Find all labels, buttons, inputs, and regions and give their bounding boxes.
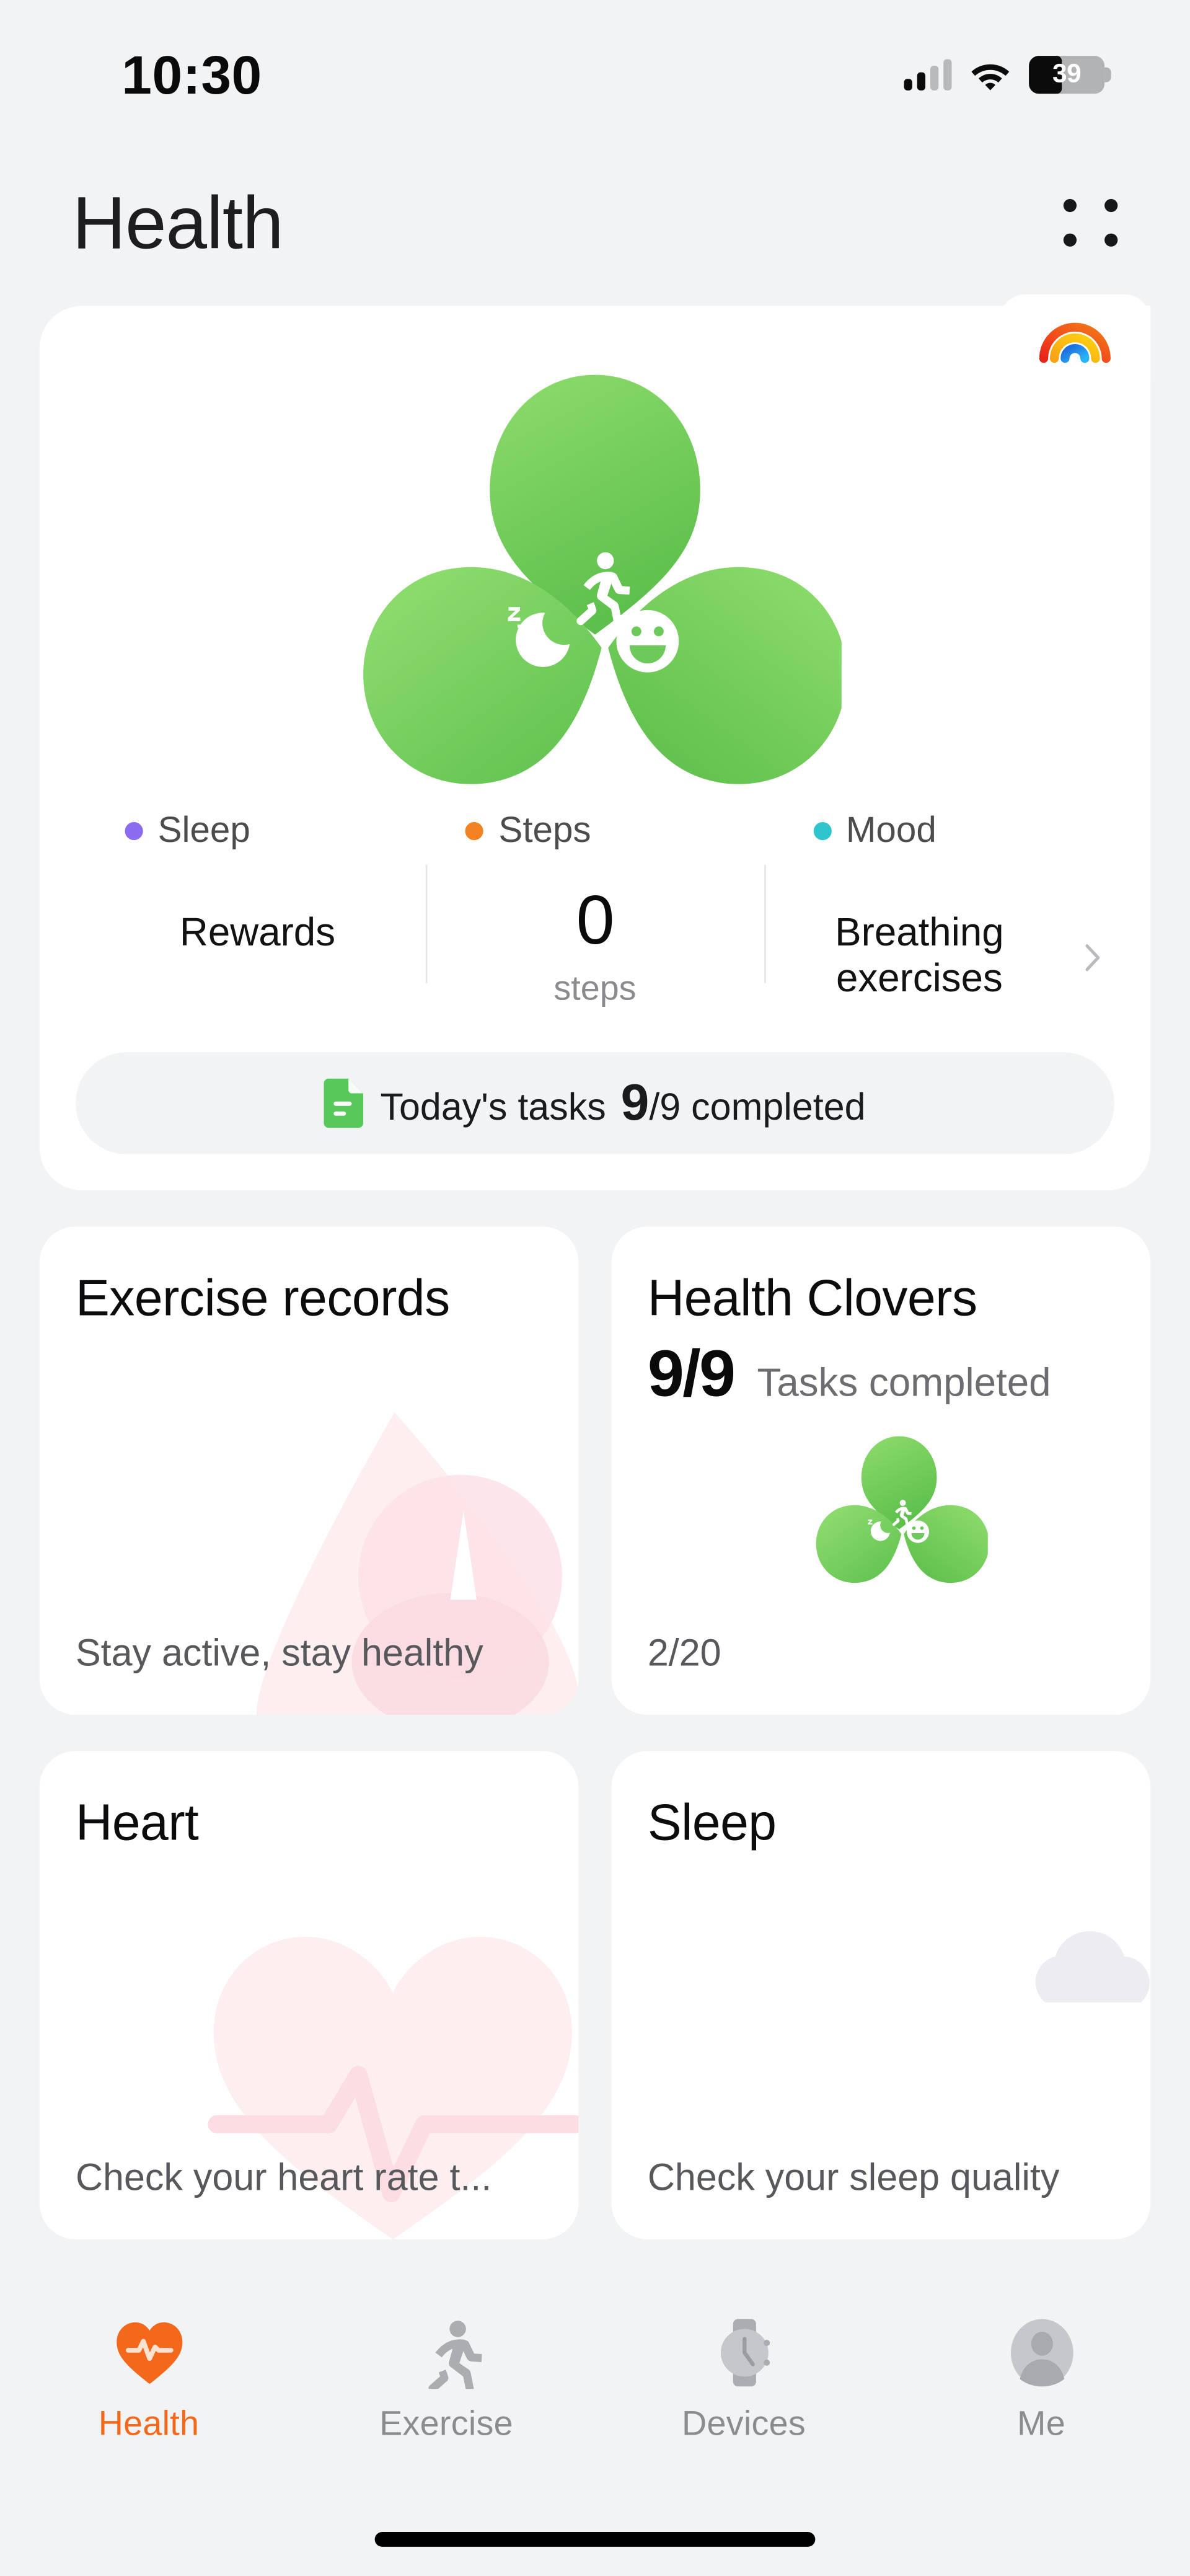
status-time: 10:30 bbox=[121, 45, 262, 107]
tile-subtitle-heart: Check your heart rate t... bbox=[76, 2156, 565, 2200]
tile-heart[interactable]: Heart Check your heart rate t... bbox=[40, 1751, 579, 2239]
health-clover-icon bbox=[348, 358, 842, 799]
tile-sleep[interactable]: Sleep Check your sleep quality bbox=[612, 1751, 1151, 2239]
tasks-label: Today's tasks bbox=[381, 1085, 606, 1130]
tasks-completed-count: 9 bbox=[621, 1077, 650, 1128]
running-person-icon bbox=[410, 2316, 483, 2388]
tile-health-clovers[interactable]: Health Clovers 9/9 Tasks completed bbox=[612, 1226, 1151, 1715]
health-clover-icon-small bbox=[810, 1430, 987, 1588]
wifi-icon bbox=[970, 59, 1011, 90]
smiley-face-icon bbox=[907, 1521, 929, 1543]
rainbow-icon bbox=[1037, 309, 1113, 365]
tab-label-me: Me bbox=[1017, 2404, 1065, 2444]
smiley-face-icon bbox=[616, 610, 679, 673]
stat-steps[interactable]: 0 steps bbox=[426, 875, 764, 1010]
app-header: Health bbox=[0, 151, 1190, 293]
clovers-score-row: 9/9 Tasks completed bbox=[648, 1342, 1150, 1407]
tile-title-heart: Heart bbox=[76, 1794, 578, 1852]
page-title: Health bbox=[73, 185, 283, 259]
legend-label-mood: Mood bbox=[846, 809, 937, 852]
tile-title-exercise-records: Exercise records bbox=[76, 1269, 578, 1328]
rewards-label: Rewards bbox=[89, 885, 426, 957]
clovers-score: 9/9 bbox=[648, 1342, 734, 1407]
home-indicator[interactable] bbox=[375, 2531, 816, 2546]
tab-devices[interactable]: Devices bbox=[595, 2316, 892, 2444]
legend-dot-sleep bbox=[125, 821, 143, 839]
status-bar: 10:30 39 bbox=[0, 0, 1190, 151]
breathing-label: Breathing exercises bbox=[764, 911, 1075, 1003]
stat-breathing[interactable]: Breathing exercises bbox=[764, 875, 1101, 1003]
breathing-exercises-link[interactable]: Breathing exercises bbox=[764, 885, 1101, 1003]
legend-item-mood: Mood bbox=[754, 809, 1101, 852]
tasks-banner-text: Today's tasks 9 /9 completed bbox=[381, 1077, 866, 1130]
tab-me[interactable]: Me bbox=[892, 2316, 1190, 2444]
rainbow-badge-button[interactable] bbox=[999, 294, 1150, 380]
steps-unit: steps bbox=[426, 970, 764, 1010]
tile-grid-row-2: Heart Check your heart rate t... Sleep C… bbox=[0, 1751, 1190, 2239]
user-avatar-icon bbox=[1005, 2316, 1078, 2388]
grid-dots-menu-icon[interactable] bbox=[1059, 196, 1121, 249]
tab-label-health: Health bbox=[99, 2404, 200, 2444]
clovers-date: 2/20 bbox=[648, 1631, 721, 1676]
legend-dot-steps bbox=[465, 821, 483, 839]
battery-icon: 39 bbox=[1029, 56, 1104, 94]
metrics-legend: Sleep Steps Mood bbox=[40, 809, 1151, 852]
legend-item-sleep: Sleep bbox=[89, 809, 413, 852]
tab-label-exercise: Exercise bbox=[379, 2404, 513, 2444]
tab-label-devices: Devices bbox=[682, 2404, 806, 2444]
steps-value: 0 bbox=[426, 885, 764, 957]
phone-screen: 10:30 39 Health bbox=[0, 0, 1190, 2575]
health-summary-card[interactable]: Sleep Steps Mood Rewards 0 steps bbox=[40, 306, 1151, 1190]
legend-dot-mood bbox=[813, 821, 831, 839]
health-summary-section: Sleep Steps Mood Rewards 0 steps bbox=[40, 306, 1151, 1190]
summary-stats-row: Rewards 0 steps Breathing exercises bbox=[40, 852, 1151, 1023]
tile-subtitle-exercise-records: Stay active, stay healthy bbox=[76, 1631, 565, 1676]
clover-petal-mood bbox=[608, 567, 842, 784]
status-indicators: 39 bbox=[904, 56, 1105, 94]
todays-tasks-banner[interactable]: Today's tasks 9 /9 completed bbox=[76, 1052, 1114, 1154]
tab-exercise[interactable]: Exercise bbox=[298, 2316, 595, 2444]
legend-label-sleep: Sleep bbox=[158, 809, 250, 852]
task-document-icon bbox=[324, 1079, 364, 1128]
battery-percent: 39 bbox=[1029, 61, 1104, 87]
tile-grid-row-1: Exercise records Stay active, stay healt… bbox=[0, 1226, 1190, 1715]
signal-bars-icon bbox=[904, 59, 952, 90]
tile-subtitle-sleep: Check your sleep quality bbox=[648, 2156, 1137, 2200]
legend-item-steps: Steps bbox=[413, 809, 754, 852]
stat-rewards[interactable]: Rewards bbox=[89, 875, 426, 957]
heart-pulse-icon bbox=[113, 2316, 185, 2388]
tasks-total-suffix: /9 completed bbox=[649, 1085, 865, 1130]
watch-icon bbox=[708, 2316, 780, 2388]
tile-title-health-clovers: Health Clovers bbox=[648, 1269, 1150, 1328]
chevron-right-icon bbox=[1085, 941, 1101, 972]
clovers-score-label: Tasks completed bbox=[757, 1361, 1051, 1407]
tab-health[interactable]: Health bbox=[0, 2316, 298, 2444]
tile-exercise-records[interactable]: Exercise records Stay active, stay healt… bbox=[40, 1226, 579, 1715]
legend-label-steps: Steps bbox=[498, 809, 591, 852]
tile-title-sleep: Sleep bbox=[648, 1794, 1150, 1852]
